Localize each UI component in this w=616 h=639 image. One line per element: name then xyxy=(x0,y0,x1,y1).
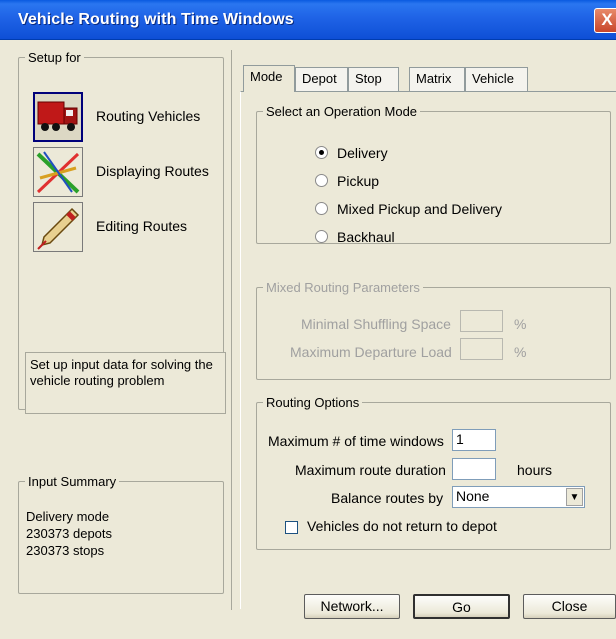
setup-description: Set up input data for solving the vehicl… xyxy=(25,352,226,414)
tab-stop[interactable]: Stop xyxy=(348,67,399,91)
no-return-checkbox[interactable] xyxy=(285,521,298,534)
chevron-down-icon[interactable]: ▼ xyxy=(566,488,583,506)
mixed-params-legend: Mixed Routing Parameters xyxy=(266,280,420,295)
title-bar[interactable]: Vehicle Routing with Time Windows X xyxy=(0,0,616,40)
summary-mode-line: Delivery mode xyxy=(26,509,110,524)
mode-tab-panel: Select an Operation Mode Delivery Pickup… xyxy=(240,91,616,609)
mode-label-routing: Routing Vehicles xyxy=(96,108,201,124)
radio-pickup-dot[interactable] xyxy=(315,174,328,187)
radio-mixed-dot[interactable] xyxy=(315,202,328,215)
truck-icon[interactable] xyxy=(33,92,83,142)
mode-editing-routes[interactable]: Editing Routes xyxy=(33,202,223,252)
balance-routes-label: Balance routes by xyxy=(331,490,444,506)
tab-vehicle[interactable]: Vehicle xyxy=(465,67,528,91)
dialog-client: Setup for Routing Vehicles Displaying Ro… xyxy=(0,40,616,639)
max-route-duration-label: Maximum route duration xyxy=(295,462,446,478)
radio-delivery-dot[interactable] xyxy=(315,146,328,159)
max-time-windows-label: Maximum # of time windows xyxy=(268,433,444,449)
radio-backhaul-label: Backhaul xyxy=(337,229,395,245)
balance-routes-value: None xyxy=(456,488,490,504)
setup-for-legend: Setup for xyxy=(28,50,81,65)
left-panel: Setup for Routing Vehicles Displaying Ro… xyxy=(18,50,232,610)
balance-routes-select[interactable]: None ▼ xyxy=(452,486,585,508)
max-departure-input[interactable] xyxy=(460,338,503,360)
operation-mode-group: Select an Operation Mode xyxy=(256,104,611,244)
window-title: Vehicle Routing with Time Windows xyxy=(18,11,294,28)
tab-mode[interactable]: Mode xyxy=(243,65,295,92)
mode-label-displaying: Displaying Routes xyxy=(96,163,209,179)
tab-matrix[interactable]: Matrix xyxy=(409,67,465,91)
input-summary-legend: Input Summary xyxy=(28,474,117,489)
min-shuffling-input[interactable] xyxy=(460,310,503,332)
go-button[interactable]: Go xyxy=(413,594,510,619)
min-shuffling-label: Minimal Shuffling Space xyxy=(301,316,451,332)
max-time-windows-input[interactable]: 1 xyxy=(452,429,496,451)
radio-pickup-label: Pickup xyxy=(337,173,380,189)
max-route-duration-unit: hours xyxy=(517,462,553,478)
summary-depots-line: 230373 depots xyxy=(26,526,113,541)
radio-backhaul-dot[interactable] xyxy=(315,230,328,243)
mode-label-editing: Editing Routes xyxy=(96,218,188,234)
min-shuffling-unit: % xyxy=(514,316,527,332)
pencil-icon[interactable] xyxy=(33,202,83,252)
radio-mixed-label: Mixed Pickup and Delivery xyxy=(337,201,502,217)
max-route-duration-input[interactable] xyxy=(452,458,496,480)
mode-routing-vehicles[interactable]: Routing Vehicles xyxy=(33,92,223,142)
no-return-label: Vehicles do not return to depot xyxy=(307,518,497,534)
routes-icon[interactable] xyxy=(33,147,83,197)
close-button[interactable]: Close xyxy=(523,594,616,619)
mode-displaying-routes[interactable]: Displaying Routes xyxy=(33,147,223,197)
summary-stops-line: 230373 stops xyxy=(26,543,105,558)
input-summary-text: Delivery mode 230373 depots 230373 stops xyxy=(26,508,112,559)
tab-depot[interactable]: Depot xyxy=(295,67,348,91)
max-departure-unit: % xyxy=(514,344,527,360)
network-button[interactable]: Network... xyxy=(304,594,400,619)
max-departure-label: Maximum Departure Load xyxy=(290,344,452,360)
operation-mode-legend: Select an Operation Mode xyxy=(266,104,418,119)
routing-options-legend: Routing Options xyxy=(266,395,360,410)
close-icon: X xyxy=(601,10,613,29)
close-window-button[interactable]: X xyxy=(594,8,616,33)
radio-delivery-label: Delivery xyxy=(337,145,388,161)
